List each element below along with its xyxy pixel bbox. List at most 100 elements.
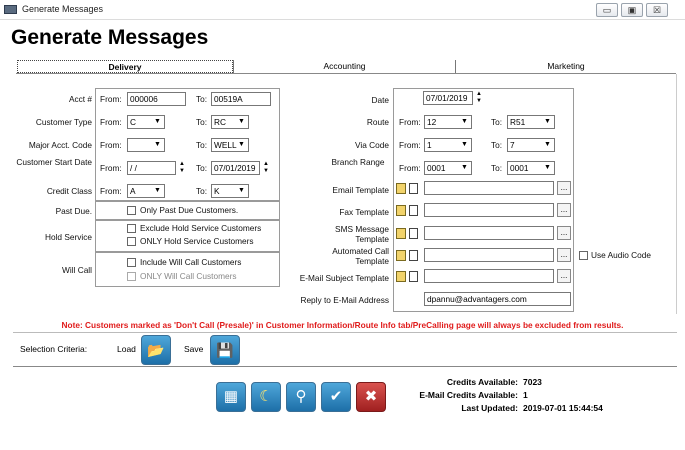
start-date-from-input[interactable]: / / [127, 161, 176, 175]
template-help-icon[interactable] [396, 205, 406, 216]
start-date-to-input[interactable]: 07/01/2019 [211, 161, 260, 175]
branch-from-select[interactable]: 0001 ▼ [424, 161, 472, 175]
down-icon: ▼ [476, 98, 482, 104]
window-title: Generate Messages [22, 4, 104, 14]
use-audio-label: Use Audio Code [591, 250, 651, 260]
start-date-from-spinner[interactable]: ▲ ▼ [178, 161, 186, 175]
chevron-down-icon: ▼ [238, 141, 245, 148]
up-icon: ▲ [179, 161, 185, 167]
acct-to-input[interactable]: 00519A [211, 92, 271, 106]
save-disk-button[interactable]: 💾 [210, 335, 240, 365]
search-button[interactable]: ⚲ [286, 382, 316, 412]
sms-template-label: SMS Message Template [335, 224, 389, 244]
exclude-hold-checkbox[interactable] [127, 224, 136, 233]
email-template-input[interactable] [424, 181, 554, 195]
start-date-to-spinner[interactable]: ▲ ▼ [262, 161, 270, 175]
branch-from-label: From: [399, 163, 421, 173]
subject-template-browse-button[interactable]: ... [557, 269, 571, 283]
chevron-down-icon: ▼ [154, 118, 161, 125]
past-due-checkbox[interactable] [127, 206, 136, 215]
call-template-input[interactable] [424, 248, 554, 262]
email-template-browse-button[interactable]: ... [557, 181, 571, 195]
page-title: Generate Messages [11, 26, 209, 49]
include-will-call-checkbox[interactable] [127, 258, 136, 267]
customer-type-to-select[interactable]: RC ▼ [211, 115, 249, 129]
credits-available-label: Credits Available: [446, 377, 518, 387]
fax-template-input[interactable] [424, 203, 554, 217]
subject-template-input[interactable] [424, 269, 554, 283]
template-help-icon[interactable] [396, 271, 406, 282]
close-window-button[interactable]: ☒ [646, 3, 668, 17]
branch-to-label: To: [491, 163, 503, 173]
template-doc-icon[interactable] [409, 271, 418, 282]
sms-template-browse-button[interactable]: ... [557, 226, 571, 240]
customer-type-from-value: C [130, 117, 136, 127]
acct-from-input[interactable]: 000006 [127, 92, 186, 106]
credit-class-to-value: K [214, 186, 220, 196]
credit-class-to-label: To: [196, 186, 208, 196]
past-due-option: Only Past Due Customers. [140, 205, 239, 215]
via-code-from-select[interactable]: 1 ▼ [424, 138, 472, 152]
will-call-label: Will Call [62, 265, 92, 275]
major-acct-from-select[interactable]: ▼ [127, 138, 165, 152]
template-doc-icon[interactable] [409, 228, 418, 239]
night-schedule-button[interactable]: ☾ [251, 382, 281, 412]
use-audio-checkbox[interactable] [579, 251, 588, 260]
template-doc-icon[interactable] [409, 250, 418, 261]
chevron-down-icon: ▼ [461, 164, 468, 171]
route-label: Route [366, 117, 389, 127]
close-icon: ✖ [364, 388, 378, 405]
date-input[interactable]: 07/01/2019 [423, 91, 473, 105]
route-to-value: R51 [510, 117, 526, 127]
only-hold-checkbox[interactable] [127, 237, 136, 246]
route-from-select[interactable]: 12 ▼ [424, 115, 472, 129]
exclude-hold-option: Exclude Hold Service Customers [140, 223, 262, 233]
reply-to-input[interactable]: dpannu@advantagers.com [424, 292, 571, 306]
major-acct-to-select[interactable]: WELL ▼ [211, 138, 249, 152]
load-folder-button[interactable]: 📂 [141, 335, 171, 365]
up-icon: ▲ [263, 161, 269, 167]
customer-type-from-label: From: [100, 117, 122, 127]
credit-class-to-select[interactable]: K ▼ [211, 184, 249, 198]
template-help-icon[interactable] [396, 183, 406, 194]
confirm-button[interactable]: ✔ [321, 382, 351, 412]
email-template-label: Email Template [332, 185, 389, 195]
template-doc-icon[interactable] [409, 183, 418, 194]
selection-criteria-label: Selection Criteria: [20, 344, 88, 354]
divider [13, 366, 677, 367]
customer-type-from-select[interactable]: C ▼ [127, 115, 165, 129]
sms-template-input[interactable] [424, 226, 554, 240]
customer-type-label: Customer Type [35, 117, 92, 127]
app-icon [4, 5, 17, 14]
call-template-browse-button[interactable]: ... [557, 248, 571, 262]
chevron-down-icon: ▼ [461, 118, 468, 125]
via-code-to-value: 7 [510, 140, 515, 150]
template-help-icon[interactable] [396, 228, 406, 239]
cancel-button[interactable]: ✖ [356, 382, 386, 412]
tab-marketing[interactable]: Marketing [455, 60, 676, 73]
branch-from-value: 0001 [427, 163, 446, 173]
chevron-down-icon: ▼ [544, 164, 551, 171]
template-doc-icon[interactable] [409, 205, 418, 216]
folder-icon: 📂 [147, 342, 165, 358]
tab-delivery[interactable]: Delivery [17, 60, 233, 73]
route-to-select[interactable]: R51 ▼ [507, 115, 555, 129]
maximize-button[interactable]: ▣ [621, 3, 643, 17]
minimize-button[interactable]: ▭ [596, 3, 618, 17]
branch-to-select[interactable]: 0001 ▼ [507, 161, 555, 175]
route-from-value: 12 [427, 117, 437, 127]
reply-to-label: Reply to E-Mail Address [300, 295, 389, 305]
email-credits-label: E-Mail Credits Available: [419, 390, 518, 400]
start-date-from-label: From: [100, 163, 122, 173]
tab-accounting[interactable]: Accounting [233, 60, 455, 73]
via-code-to-select[interactable]: 7 ▼ [507, 138, 555, 152]
fax-template-browse-button[interactable]: ... [557, 203, 571, 217]
credit-class-from-select[interactable]: A ▼ [127, 184, 165, 198]
search-icon: ⚲ [295, 388, 307, 405]
calendar-button[interactable]: ▦ [216, 382, 246, 412]
calendar-icon: ▦ [223, 388, 239, 405]
date-spinner[interactable]: ▲ ▼ [475, 91, 483, 105]
last-updated-label: Last Updated: [461, 403, 518, 413]
only-will-call-option: ONLY Will Call Customers [140, 271, 237, 281]
template-help-icon[interactable] [396, 250, 406, 261]
